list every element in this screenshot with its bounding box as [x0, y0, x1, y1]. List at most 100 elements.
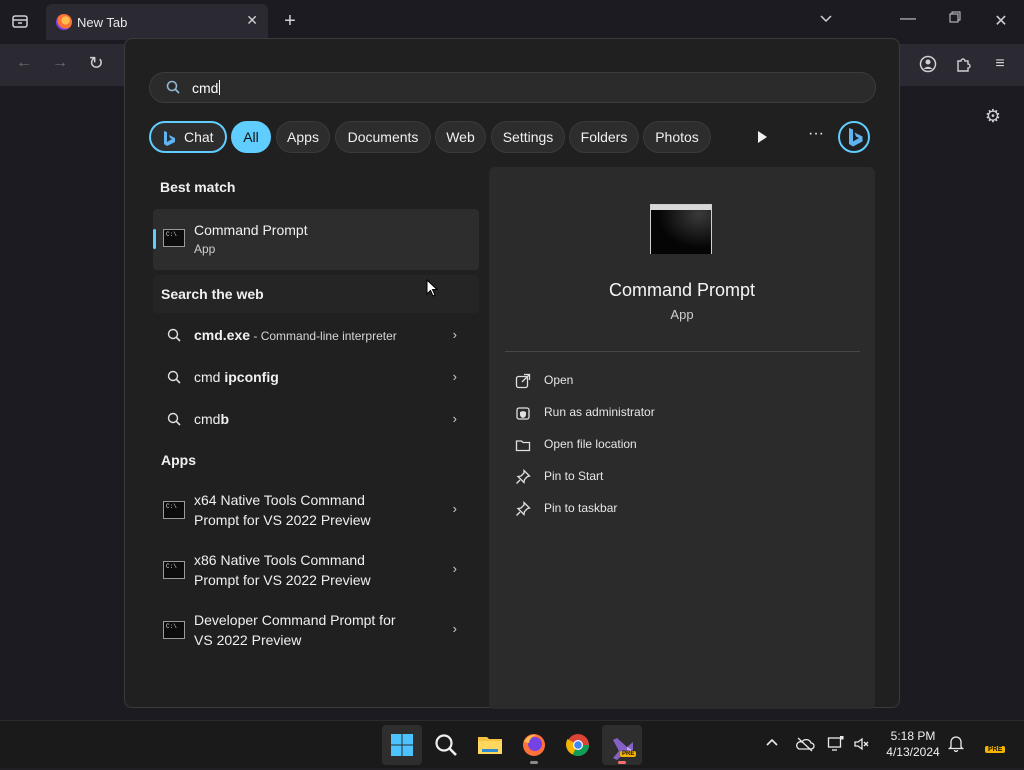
filter-documents[interactable]: Documents	[335, 121, 431, 153]
app-name-line2: Prompt for VS 2022 Preview	[194, 572, 371, 588]
pin-icon	[516, 469, 531, 484]
filter-all[interactable]: All	[231, 121, 271, 153]
system-clock[interactable]: 5:18 PM 4/13/2024	[880, 728, 946, 760]
chevron-down-icon[interactable]	[816, 12, 836, 31]
divider	[505, 351, 860, 352]
filter-web[interactable]: Web	[435, 121, 486, 153]
reload-icon[interactable]: ↻	[86, 53, 106, 74]
action-open[interactable]: Open	[515, 370, 715, 394]
search-input[interactable]: cmd	[149, 72, 876, 103]
detail-pane: Command Prompt App Open Run as administr…	[489, 167, 875, 709]
display-icon[interactable]	[827, 735, 845, 753]
action-label: Pin to taskbar	[544, 501, 618, 515]
preview-build-badge: PRE	[985, 746, 1006, 753]
best-match-heading: Best match	[160, 179, 236, 195]
chevron-right-icon: ›	[452, 561, 457, 576]
action-open-file-location[interactable]: Open file location	[515, 434, 715, 458]
close-window-icon[interactable]: ✕	[991, 11, 1011, 31]
filter-chat[interactable]: Chat	[149, 121, 227, 153]
detail-app-name: Command Prompt	[608, 280, 756, 300]
filter-apps[interactable]: Apps	[276, 121, 330, 153]
best-match-type: App	[194, 242, 216, 256]
clock-time: 5:18 PM	[890, 729, 936, 743]
browser-tab[interactable]: New Tab ✕	[46, 4, 268, 40]
search-icon	[435, 734, 457, 756]
filter-chat-label: Chat	[184, 129, 214, 145]
action-run-as-administrator[interactable]: Run as administrator	[515, 402, 715, 426]
chrome-icon	[566, 734, 589, 756]
more-options-icon[interactable]: ···	[806, 125, 826, 143]
account-icon[interactable]	[918, 55, 938, 78]
web-term: cmd	[194, 369, 225, 385]
chevron-right-icon: ›	[452, 501, 457, 516]
tab-title: New Tab	[77, 15, 128, 30]
taskbar-visual-studio-preview[interactable]: PRE	[602, 725, 642, 765]
volume-muted-icon[interactable]	[853, 735, 871, 753]
play-icon[interactable]	[755, 130, 769, 144]
minimize-icon[interactable]: —	[898, 10, 918, 28]
forward-icon[interactable]: →	[50, 54, 70, 72]
app-name-line1: x86 Native Tools Command	[194, 552, 365, 568]
web-result-cmdb[interactable]: cmdb ›	[153, 405, 479, 433]
apps-heading: Apps	[161, 452, 196, 468]
search-icon	[166, 80, 180, 94]
app-name-line1: x64 Native Tools Command	[194, 492, 365, 508]
command-prompt-icon	[163, 501, 185, 519]
search-input-value: cmd	[192, 80, 221, 96]
start-button[interactable]	[382, 725, 422, 765]
pre-badge: PRE	[620, 751, 637, 757]
app-result-x64-native-tools[interactable]: x64 Native Tools Command Prompt for VS 2…	[153, 485, 479, 535]
shield-icon	[516, 407, 530, 420]
close-icon[interactable]: ✕	[246, 12, 258, 29]
running-indicator	[530, 761, 538, 764]
chevron-right-icon: ›	[452, 369, 457, 384]
plus-icon[interactable]: +	[280, 10, 300, 33]
windows-icon	[391, 734, 413, 756]
detail-app-type: App	[670, 307, 694, 322]
taskbar-chrome[interactable]	[558, 725, 598, 765]
web-result-cmd-exe[interactable]: cmd.exe - Command-line interpreter ›	[153, 321, 479, 349]
taskbar-file-explorer[interactable]	[470, 725, 510, 765]
search-icon	[167, 328, 181, 342]
clock-date: 4/13/2024	[886, 745, 940, 759]
gear-icon[interactable]: ⚙	[983, 106, 1003, 127]
tab-list-icon[interactable]	[10, 12, 30, 32]
notification-bell-icon[interactable]	[947, 734, 965, 753]
chevron-right-icon: ›	[452, 411, 457, 426]
web-term-bold: b	[220, 411, 230, 427]
action-pin-to-taskbar[interactable]: Pin to taskbar	[515, 498, 715, 522]
action-label: Open file location	[544, 437, 637, 451]
best-match-name: Command Prompt	[194, 222, 308, 238]
open-external-icon	[515, 373, 531, 389]
filter-photos[interactable]: Photos	[643, 121, 711, 153]
running-indicator	[618, 761, 626, 764]
filter-settings[interactable]: Settings	[491, 121, 565, 153]
selection-indicator	[153, 229, 156, 249]
back-icon[interactable]: ←	[14, 54, 34, 72]
show-hidden-icons[interactable]	[763, 735, 781, 753]
taskbar-search-button[interactable]	[426, 725, 466, 765]
taskbar-firefox[interactable]	[514, 725, 554, 765]
web-result-label: cmdb	[194, 411, 229, 427]
app-name-line2: Prompt for VS 2022 Preview	[194, 512, 371, 528]
onedrive-offline-icon[interactable]	[795, 735, 815, 753]
web-term-suffix: - Command-line interpreter	[250, 329, 397, 343]
menu-icon[interactable]: ≡	[990, 55, 1010, 73]
filter-folders[interactable]: Folders	[569, 121, 639, 153]
best-match-command-prompt[interactable]: Command Prompt App	[153, 209, 479, 270]
app-result-developer-command-prompt[interactable]: Developer Command Prompt for VS 2022 Pre…	[153, 605, 479, 655]
chevron-right-icon: ›	[452, 327, 457, 342]
app-name-line1: Developer Command Prompt for	[194, 612, 396, 628]
search-icon	[167, 412, 181, 426]
web-result-cmd-ipconfig[interactable]: cmd ipconfig ›	[153, 363, 479, 391]
web-result-label: cmd ipconfig	[194, 369, 279, 385]
restore-icon[interactable]	[945, 10, 965, 28]
action-pin-to-start[interactable]: Pin to Start	[515, 466, 715, 490]
extensions-icon[interactable]	[954, 55, 974, 78]
app-result-x86-native-tools[interactable]: x86 Native Tools Command Prompt for VS 2…	[153, 545, 479, 595]
bing-chat-icon[interactable]	[838, 121, 870, 153]
firefox-icon	[56, 14, 72, 30]
visual-studio-icon	[613, 738, 633, 760]
bing-icon	[161, 128, 178, 146]
folder-icon	[515, 440, 531, 452]
